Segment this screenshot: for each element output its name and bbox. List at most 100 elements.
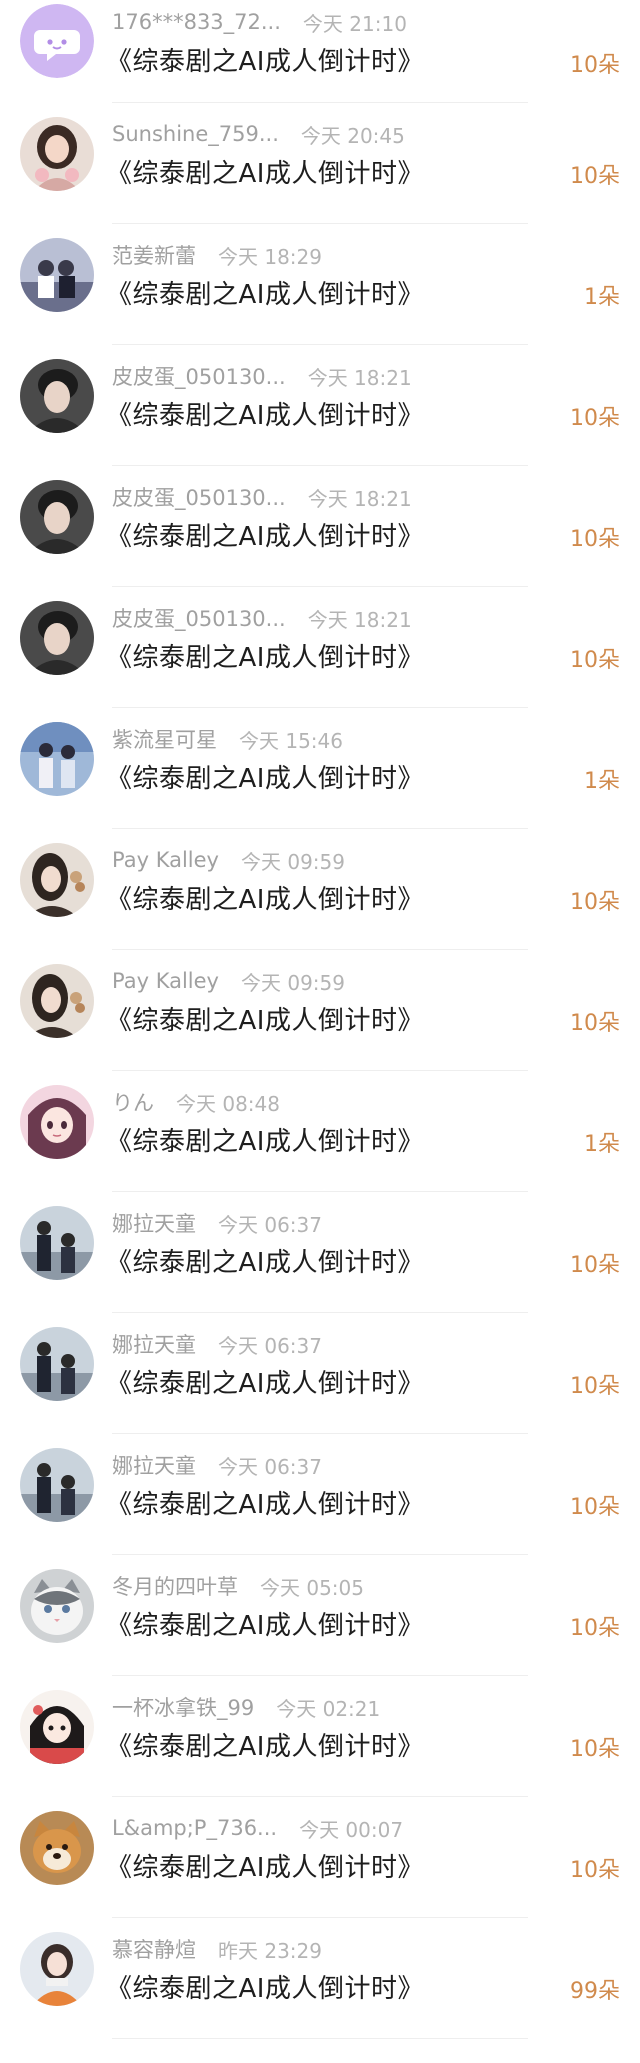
dog-photo-avatar xyxy=(20,1811,94,1885)
timestamp: 今天 06:37 xyxy=(218,1212,322,1237)
list-item[interactable]: 紫流星可星 今天 15:46 《综泰剧之AI成人倒计时》 1朵 xyxy=(0,708,640,829)
book-title[interactable]: 《综泰剧之AI成人倒计时》 xyxy=(106,395,424,432)
book-title[interactable]: 《综泰剧之AI成人倒计时》 xyxy=(106,1000,424,1037)
user-name[interactable]: 皮皮蛋_050130... xyxy=(112,361,286,391)
user-name[interactable]: L&amp;P_736... xyxy=(112,1816,277,1840)
gift-amount: 10朵 xyxy=(570,1253,620,1278)
list-item[interactable]: 皮皮蛋_050130... 今天 18:21 《综泰剧之AI成人倒计时》 10朵 xyxy=(0,345,640,466)
timestamp: 今天 20:45 xyxy=(300,123,405,148)
gift-record-list: 176***833_72... 今天 21:10 《综泰剧之AI成人倒计时》 1… xyxy=(0,0,640,2039)
timestamp: 昨天 23:29 xyxy=(218,1938,322,1963)
book-title[interactable]: 《综泰剧之AI成人倒计时》 xyxy=(106,1605,424,1642)
book-title[interactable]: 《综泰剧之AI成人倒计时》 xyxy=(106,1121,424,1158)
avatar[interactable] xyxy=(20,4,94,78)
two-men-photo-avatar xyxy=(20,1206,94,1280)
boy-photo-avatar xyxy=(20,601,94,675)
book-title[interactable]: 《综泰剧之AI成人倒计时》 xyxy=(106,41,424,78)
avatar[interactable] xyxy=(20,1085,94,1159)
cat-photo-avatar xyxy=(20,1569,94,1643)
avatar[interactable] xyxy=(20,843,94,917)
book-title[interactable]: 《综泰剧之AI成人倒计时》 xyxy=(106,1242,424,1279)
divider xyxy=(112,2038,528,2039)
book-title[interactable]: 《综泰剧之AI成人倒计时》 xyxy=(106,1484,424,1521)
user-name[interactable]: りん xyxy=(112,1087,154,1117)
avatar[interactable] xyxy=(20,1327,94,1401)
book-title[interactable]: 《综泰剧之AI成人倒计时》 xyxy=(106,516,424,553)
avatar[interactable] xyxy=(20,964,94,1038)
woman-photo-avatar xyxy=(20,964,94,1038)
avatar[interactable] xyxy=(20,1811,94,1885)
user-name[interactable]: 慕容静煊 xyxy=(112,1934,196,1964)
user-name[interactable]: 皮皮蛋_050130... xyxy=(112,482,286,512)
list-item[interactable]: 慕容静煊 昨天 23:29 《综泰剧之AI成人倒计时》 99朵 xyxy=(0,1918,640,2039)
two-men-photo-avatar xyxy=(20,1327,94,1401)
avatar[interactable] xyxy=(20,480,94,554)
gift-amount: 10朵 xyxy=(570,1616,620,1641)
drawing-girl-avatar xyxy=(20,1690,94,1764)
book-title[interactable]: 《综泰剧之AI成人倒计时》 xyxy=(106,637,424,674)
girl-winter-avatar xyxy=(20,1932,94,2006)
avatar[interactable] xyxy=(20,1690,94,1764)
list-item[interactable]: Sunshine_759... 今天 20:45 《综泰剧之AI成人倒计时》 1… xyxy=(0,103,640,224)
gift-amount: 10朵 xyxy=(570,406,620,431)
user-name[interactable]: 冬月的四叶草 xyxy=(112,1571,238,1601)
timestamp: 今天 00:07 xyxy=(299,1817,404,1842)
list-item[interactable]: りん 今天 08:48 《综泰剧之AI成人倒计时》 1朵 xyxy=(0,1071,640,1192)
avatar[interactable] xyxy=(20,722,94,796)
user-name[interactable]: 娜拉天童 xyxy=(112,1208,196,1238)
list-item[interactable]: L&amp;P_736... 今天 00:07 《综泰剧之AI成人倒计时》 10… xyxy=(0,1797,640,1918)
book-title[interactable]: 《综泰剧之AI成人倒计时》 xyxy=(106,153,424,190)
user-name[interactable]: 范姜新蕾 xyxy=(112,240,196,270)
gift-amount: 10朵 xyxy=(570,53,620,78)
list-item[interactable]: 范姜新蕾 今天 18:29 《综泰剧之AI成人倒计时》 1朵 xyxy=(0,224,640,345)
list-item[interactable]: Pay Kalley 今天 09:59 《综泰剧之AI成人倒计时》 10朵 xyxy=(0,829,640,950)
avatar[interactable] xyxy=(20,1448,94,1522)
user-name[interactable]: Pay Kalley xyxy=(112,969,219,993)
timestamp: 今天 18:21 xyxy=(307,486,412,511)
avatar[interactable] xyxy=(20,238,94,312)
user-name[interactable]: 娜拉天童 xyxy=(112,1329,196,1359)
gift-amount: 10朵 xyxy=(570,648,620,673)
user-name[interactable]: 皮皮蛋_050130... xyxy=(112,603,286,633)
user-name[interactable]: 紫流星可星 xyxy=(112,724,217,754)
gift-amount: 99朵 xyxy=(570,1979,620,2004)
avatar[interactable] xyxy=(20,117,94,191)
chat-bubble-icon xyxy=(20,4,94,78)
book-title[interactable]: 《综泰剧之AI成人倒计时》 xyxy=(106,1363,424,1400)
book-title[interactable]: 《综泰剧之AI成人倒计时》 xyxy=(106,758,424,795)
avatar[interactable] xyxy=(20,359,94,433)
list-item[interactable]: 176***833_72... 今天 21:10 《综泰剧之AI成人倒计时》 1… xyxy=(0,0,640,103)
book-title[interactable]: 《综泰剧之AI成人倒计时》 xyxy=(106,274,424,311)
list-item[interactable]: 娜拉天童 今天 06:37 《综泰剧之AI成人倒计时》 10朵 xyxy=(0,1434,640,1555)
user-name[interactable]: 娜拉天童 xyxy=(112,1450,196,1480)
boy-photo-avatar xyxy=(20,359,94,433)
timestamp: 今天 06:37 xyxy=(218,1454,322,1479)
girl-photo-avatar xyxy=(20,117,94,191)
gift-amount: 10朵 xyxy=(570,164,620,189)
book-title[interactable]: 《综泰剧之AI成人倒计时》 xyxy=(106,1968,424,2005)
list-item[interactable]: 娜拉天童 今天 06:37 《综泰剧之AI成人倒计时》 10朵 xyxy=(0,1313,640,1434)
boy-photo-avatar xyxy=(20,480,94,554)
list-item[interactable]: Pay Kalley 今天 09:59 《综泰剧之AI成人倒计时》 10朵 xyxy=(0,950,640,1071)
user-name[interactable]: 176***833_72... xyxy=(112,10,281,34)
avatar[interactable] xyxy=(20,601,94,675)
list-item[interactable]: 皮皮蛋_050130... 今天 18:21 《综泰剧之AI成人倒计时》 10朵 xyxy=(0,466,640,587)
avatar[interactable] xyxy=(20,1206,94,1280)
list-item[interactable]: 娜拉天童 今天 06:37 《综泰剧之AI成人倒计时》 10朵 xyxy=(0,1192,640,1313)
list-item[interactable]: 冬月的四叶草 今天 05:05 《综泰剧之AI成人倒计时》 10朵 xyxy=(0,1555,640,1676)
list-item[interactable]: 一杯冰拿铁_99 今天 02:21 《综泰剧之AI成人倒计时》 10朵 xyxy=(0,1676,640,1797)
avatar[interactable] xyxy=(20,1932,94,2006)
user-name[interactable]: Pay Kalley xyxy=(112,848,219,872)
book-title[interactable]: 《综泰剧之AI成人倒计时》 xyxy=(106,879,424,916)
timestamp: 今天 18:21 xyxy=(307,365,412,390)
user-name[interactable]: 一杯冰拿铁_99 xyxy=(112,1692,254,1722)
book-title[interactable]: 《综泰剧之AI成人倒计时》 xyxy=(106,1847,424,1884)
timestamp: 今天 08:48 xyxy=(176,1091,280,1116)
book-title[interactable]: 《综泰剧之AI成人倒计时》 xyxy=(106,1726,424,1763)
user-name[interactable]: Sunshine_759... xyxy=(112,122,279,146)
gift-amount: 10朵 xyxy=(570,1737,620,1762)
avatar[interactable] xyxy=(20,1569,94,1643)
group-photo-avatar xyxy=(20,238,94,312)
list-item[interactable]: 皮皮蛋_050130... 今天 18:21 《综泰剧之AI成人倒计时》 10朵 xyxy=(0,587,640,708)
gift-amount: 10朵 xyxy=(570,1011,620,1036)
